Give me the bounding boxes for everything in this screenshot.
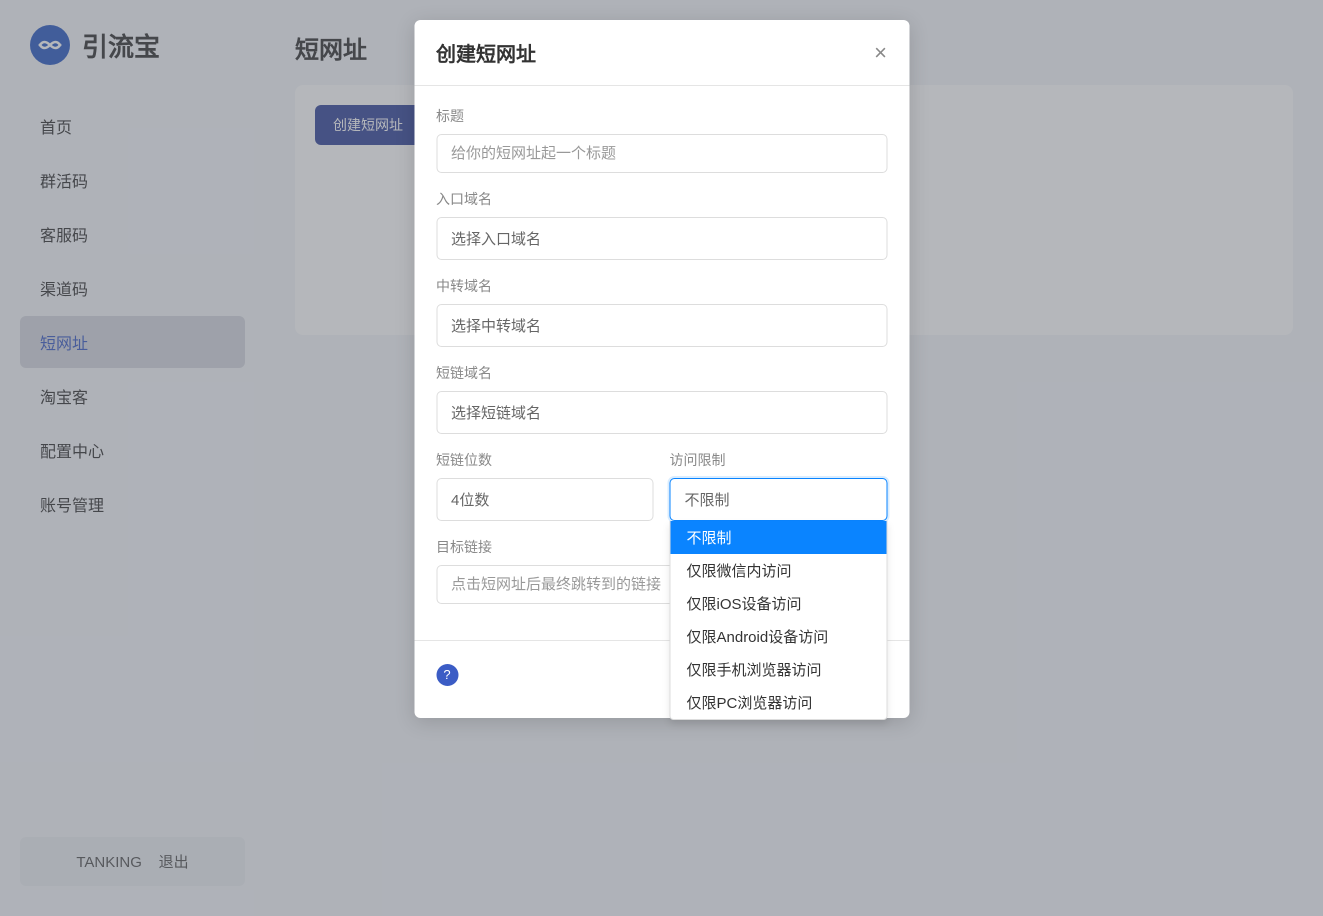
close-icon[interactable]: × — [874, 42, 887, 64]
digits-select[interactable]: 4位数 — [436, 478, 654, 521]
access-limit-dropdown: 不限制 仅限微信内访问 仅限iOS设备访问 仅限Android设备访问 仅限手机… — [670, 521, 888, 720]
access-option-ios[interactable]: 仅限iOS设备访问 — [671, 587, 887, 620]
entry-domain-label: 入口域名 — [436, 189, 887, 209]
digits-label: 短链位数 — [436, 450, 654, 470]
access-option-pc-browser[interactable]: 仅限PC浏览器访问 — [671, 686, 887, 719]
relay-domain-label: 中转域名 — [436, 276, 887, 296]
short-domain-select[interactable]: 选择短链域名 — [436, 391, 887, 434]
access-option-wechat[interactable]: 仅限微信内访问 — [671, 554, 887, 587]
access-option-unlimited[interactable]: 不限制 — [671, 521, 887, 554]
access-limit-select[interactable]: 不限制 — [670, 478, 888, 521]
short-domain-label: 短链域名 — [436, 363, 887, 383]
entry-domain-select[interactable]: 选择入口域名 — [436, 217, 887, 260]
help-icon[interactable]: ? — [436, 664, 458, 686]
title-label: 标题 — [436, 106, 887, 126]
access-option-android[interactable]: 仅限Android设备访问 — [671, 620, 887, 653]
access-limit-label: 访问限制 — [670, 450, 888, 470]
modal-header: 创建短网址 × — [414, 20, 909, 86]
title-input[interactable] — [436, 134, 887, 173]
create-short-url-modal: 创建短网址 × 标题 入口域名 选择入口域名 中转域名 选择中转域名 短链域名 … — [414, 20, 909, 718]
relay-domain-select[interactable]: 选择中转域名 — [436, 304, 887, 347]
modal-title: 创建短网址 — [436, 38, 536, 67]
modal-body: 标题 入口域名 选择入口域名 中转域名 选择中转域名 短链域名 选择短链域名 短… — [414, 86, 909, 630]
access-option-mobile-browser[interactable]: 仅限手机浏览器访问 — [671, 653, 887, 686]
